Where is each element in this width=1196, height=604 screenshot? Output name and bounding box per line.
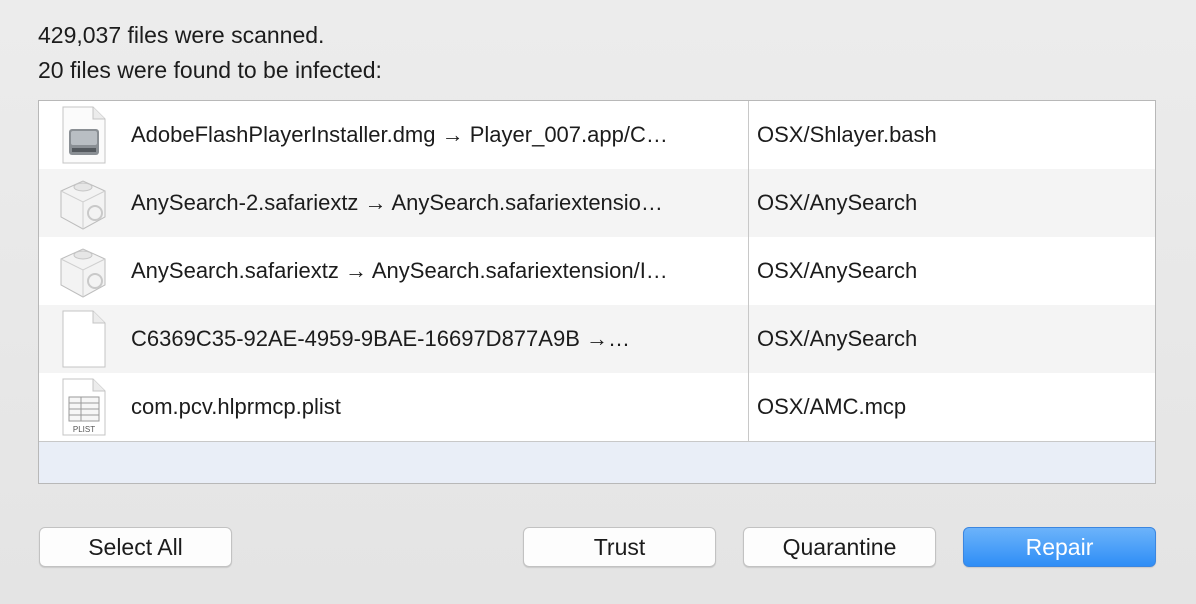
plist-file-icon: PLIST bbox=[55, 377, 111, 437]
threat-name: OSX/Shlayer.bash bbox=[757, 122, 937, 147]
file-path: AdobeFlashPlayerInstaller.dmg → Player_0… bbox=[131, 122, 668, 147]
column-divider bbox=[748, 101, 749, 442]
threat-name: OSX/AMC.mcp bbox=[757, 394, 907, 419]
quarantine-button[interactable]: Quarantine bbox=[743, 527, 936, 567]
scanned-count-text: 429,037 files were scanned. bbox=[38, 22, 325, 48]
plist-icon-label: PLIST bbox=[73, 425, 95, 434]
file-path: C6369C35-92AE-4959-9BAE-16697D877A9B →… bbox=[131, 326, 630, 351]
safari-extension-icon bbox=[55, 173, 111, 233]
threat-name: OSX/AnySearch bbox=[757, 258, 918, 283]
threat-name: OSX/AnySearch bbox=[757, 326, 918, 351]
table-row[interactable]: AnySearch.safariextz → AnySearch.safarie… bbox=[39, 237, 1155, 305]
table-row[interactable]: AnySearch-2.safariextz → AnySearch.safar… bbox=[39, 169, 1155, 237]
file-path: AnySearch-2.safariextz → AnySearch.safar… bbox=[131, 190, 663, 215]
table-row[interactable]: AdobeFlashPlayerInstaller.dmg → Player_0… bbox=[39, 101, 1155, 169]
disk-image-icon bbox=[55, 105, 111, 165]
threat-name: OSX/AnySearch bbox=[757, 190, 918, 215]
safari-extension-icon bbox=[55, 241, 111, 301]
file-path: AnySearch.safariextz → AnySearch.safarie… bbox=[131, 258, 668, 283]
table-row[interactable]: C6369C35-92AE-4959-9BAE-16697D877A9B →… … bbox=[39, 305, 1155, 373]
infected-files-table[interactable]: AdobeFlashPlayerInstaller.dmg → Player_0… bbox=[38, 100, 1156, 484]
file-path: com.pcv.hlprmcp.plist bbox=[131, 394, 341, 419]
repair-button[interactable]: Repair bbox=[963, 527, 1156, 567]
infected-count-text: 20 files were found to be infected: bbox=[38, 57, 382, 83]
trust-button[interactable]: Trust bbox=[523, 527, 716, 567]
table-row[interactable]: PLIST com.pcv.hlprmcp.plist OSX/AMC.mcp bbox=[39, 373, 1155, 441]
table-bottom-divider bbox=[39, 441, 1155, 442]
select-all-button[interactable]: Select All bbox=[39, 527, 232, 567]
scan-summary: 429,037 files were scanned. 20 files wer… bbox=[38, 18, 382, 88]
blank-document-icon bbox=[55, 309, 111, 369]
